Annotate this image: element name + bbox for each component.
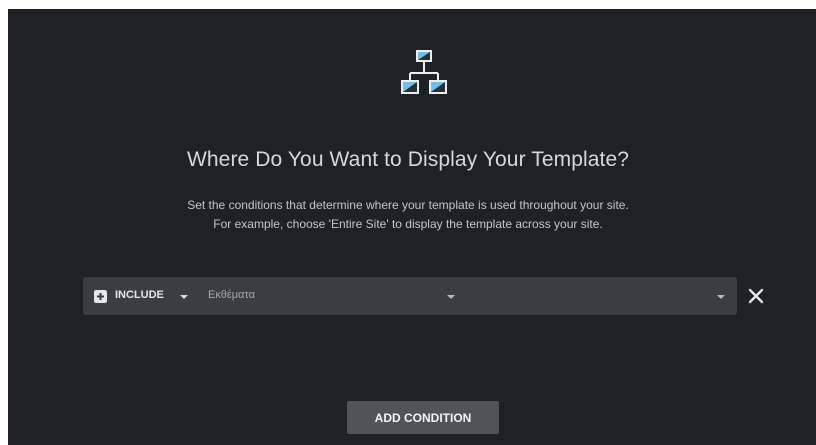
include-type-select[interactable]: INCLUDE bbox=[83, 277, 195, 315]
condition-row: INCLUDE Εκθέματα bbox=[83, 277, 737, 315]
chevron-down-icon bbox=[180, 295, 188, 299]
include-type-label: INCLUDE bbox=[115, 289, 164, 301]
add-condition-button[interactable]: ADD CONDITION bbox=[347, 401, 499, 434]
sitemap-template-icon bbox=[401, 50, 447, 94]
condition-sub-select[interactable] bbox=[463, 277, 737, 315]
plus-square-icon bbox=[94, 290, 107, 303]
description: Set the conditions that determine where … bbox=[0, 196, 816, 234]
chevron-down-icon bbox=[447, 295, 455, 299]
condition-name-value: Εκθέματα bbox=[208, 289, 255, 301]
chevron-down-icon bbox=[717, 295, 725, 299]
page-title: Where Do You Want to Display Your Templa… bbox=[186, 148, 630, 171]
description-line: Set the conditions that determine where … bbox=[187, 198, 629, 212]
condition-name-select[interactable]: Εκθέματα bbox=[198, 277, 463, 315]
description-line: For example, choose 'Entire Site' to dis… bbox=[213, 217, 603, 231]
close-icon[interactable] bbox=[747, 287, 765, 305]
